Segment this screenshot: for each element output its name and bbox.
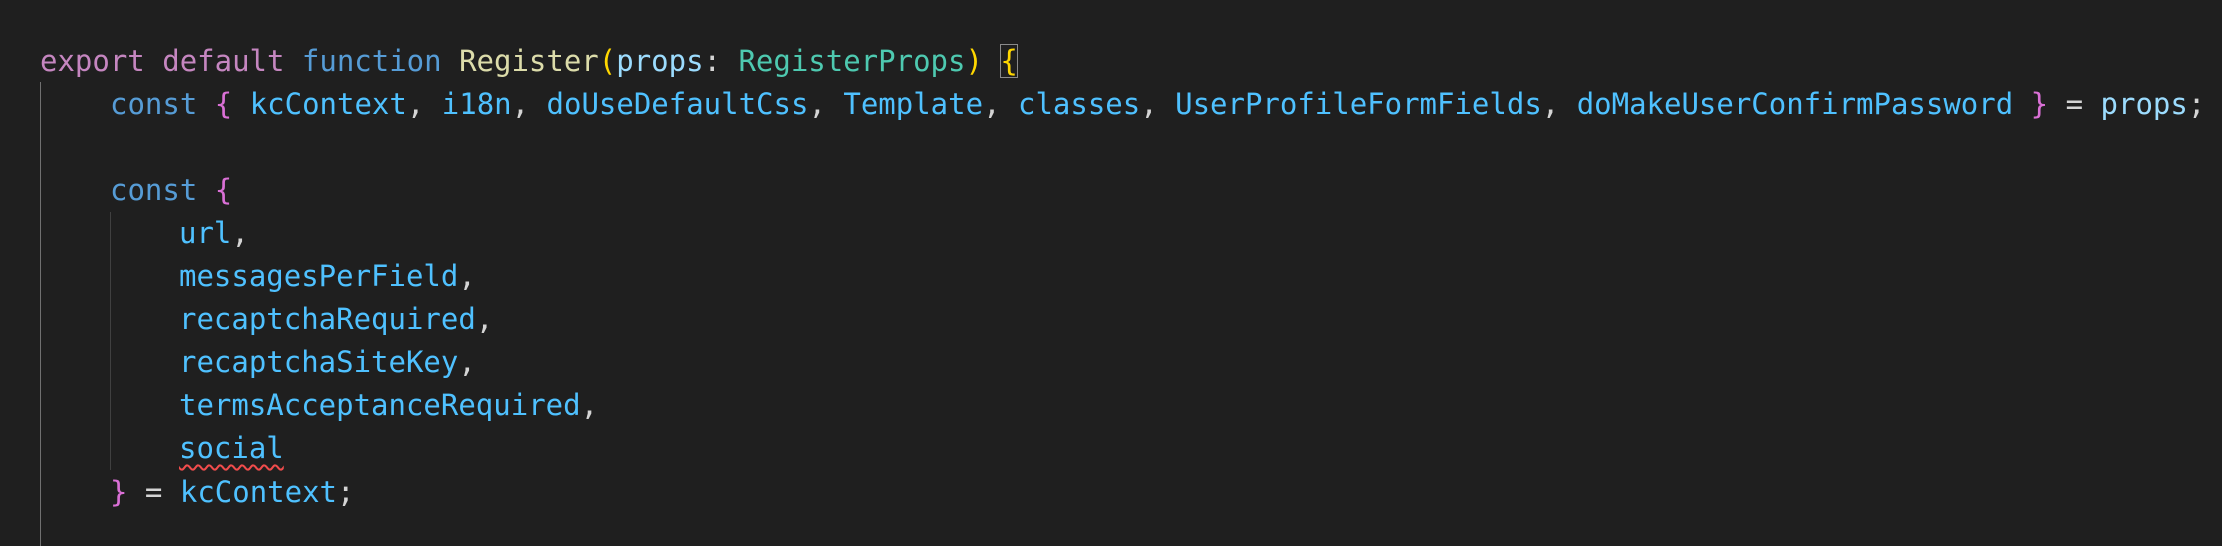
code-line-8[interactable]: recaptchaSiteKey, xyxy=(179,341,476,384)
identifier-props: props xyxy=(2100,87,2188,121)
semicolon: ; xyxy=(337,475,355,509)
default-keyword: default xyxy=(162,44,285,78)
function-name: Register xyxy=(459,44,599,78)
close-paren: ) xyxy=(965,44,983,78)
equals: = xyxy=(127,475,180,509)
equals: = xyxy=(2048,87,2101,121)
identifier-social-error[interactable]: social xyxy=(179,431,284,465)
indent-guide xyxy=(40,82,41,546)
identifier-recaptchasitekey: recaptchaSiteKey xyxy=(179,345,459,379)
identifier-kccontext: kcContext xyxy=(249,87,407,121)
code-line-7[interactable]: recaptchaRequired, xyxy=(179,298,493,341)
identifier-classes: classes xyxy=(1017,87,1141,121)
code-line-10[interactable]: social xyxy=(179,427,284,470)
colon: : xyxy=(703,44,739,78)
identifier-douse-defaultcss: doUseDefaultCss xyxy=(546,87,809,121)
identifier-messagesperfield: messagesPerField xyxy=(179,259,459,293)
code-line-11[interactable]: } = kcContext; xyxy=(110,471,354,514)
export-keyword: export xyxy=(40,44,145,78)
function-keyword: function xyxy=(301,44,442,78)
const-keyword: const xyxy=(110,87,198,121)
const-keyword: const xyxy=(110,173,198,207)
indent-guide xyxy=(110,212,111,470)
open-brace: { xyxy=(214,87,233,121)
close-brace: } xyxy=(110,475,128,509)
identifier-url: url xyxy=(179,216,232,250)
type-name: RegisterProps xyxy=(738,44,966,78)
close-brace: } xyxy=(2030,87,2049,121)
identifier-termsacceptancerequired: termsAcceptanceRequired xyxy=(179,388,581,422)
identifier-recaptcharequired: recaptchaRequired xyxy=(179,302,476,336)
code-line-1[interactable]: export default function Register(props: … xyxy=(40,40,1018,83)
identifier-domakeuserconfirmpassword: doMakeUserConfirmPassword xyxy=(1576,87,2014,121)
param-name: props xyxy=(616,44,704,78)
semicolon: ; xyxy=(2187,87,2206,121)
identifier-userprofileformfields: UserProfileFormFields xyxy=(1175,87,1542,121)
open-paren: ( xyxy=(598,44,617,78)
code-line-6[interactable]: messagesPerField, xyxy=(179,255,476,298)
identifier-template: Template xyxy=(843,87,984,121)
identifier-kccontext: kcContext xyxy=(179,475,337,509)
code-line-9[interactable]: termsAcceptanceRequired, xyxy=(179,384,598,427)
code-line-4[interactable]: const { xyxy=(110,169,232,212)
code-line-5[interactable]: url, xyxy=(179,212,249,255)
identifier-i18n: i18n xyxy=(441,87,512,121)
code-editor[interactable]: export default function Register(props: … xyxy=(0,0,2222,546)
open-brace: { xyxy=(214,173,233,207)
matched-open-brace: { xyxy=(1000,44,1018,78)
code-line-2[interactable]: const { kcContext, i18n, doUseDefaultCss… xyxy=(110,83,2205,126)
